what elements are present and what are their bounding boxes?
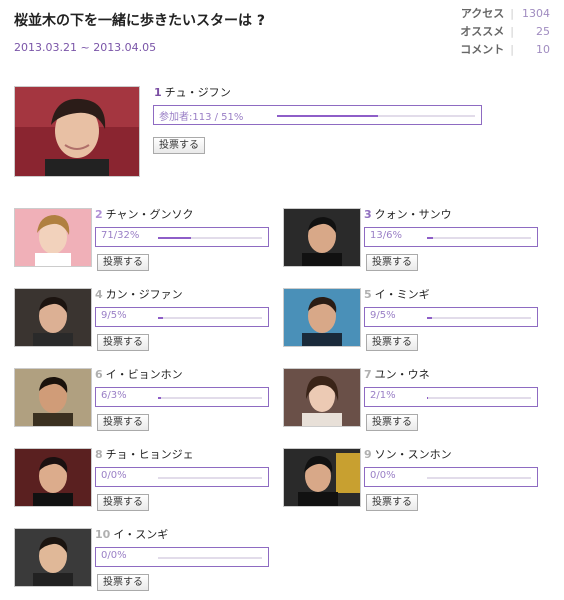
candidate-rank: 10 [95,528,111,541]
poll-date-range: 2013.03.21 ~ 2013.04.05 [14,41,157,54]
candidate-name: イ・スンギ [113,528,169,541]
stat-recommend-label: オススメ [460,25,505,38]
vote-button[interactable]: 投票する [97,574,149,591]
candidate-rank: 9 [364,448,372,461]
vote-button[interactable]: 投票する [97,334,149,351]
result-bar: 13/6% [364,227,538,247]
result-track [427,237,531,239]
result-fill [158,237,192,239]
vote-button[interactable]: 投票する [97,414,149,431]
result-label: 0/0% [370,470,396,481]
result-bar: 参加者:113 / 51% [153,105,482,125]
stat-access: アクセス | 1304 [460,4,550,22]
result-label: 2/1% [370,390,396,401]
candidate-rank: 4 [95,288,103,301]
candidate-name: ユン・ウネ [374,368,430,381]
result-label: 6/3% [101,390,127,401]
candidate-photo [14,448,92,507]
result-track [158,237,262,239]
candidate-name: ソン・スンホン [374,448,452,461]
candidate-rank: 5 [364,288,372,301]
vote-button[interactable]: 投票する [366,494,418,511]
result-fill [277,115,378,117]
result-label: 71/32% [101,230,140,241]
result-track [427,477,531,479]
result-bar: 0/0% [95,547,269,567]
result-label: 0/0% [101,470,127,481]
result-bar: 0/0% [95,467,269,487]
vote-button[interactable]: 投票する [97,494,149,511]
candidate-rank: 1 [154,86,162,99]
candidate-rank: 7 [364,368,372,381]
result-fill [158,397,162,399]
vote-button[interactable]: 投票する [97,254,149,271]
result-label: 9/5% [370,310,396,321]
result-label: 参加者:113 / 51% [159,112,244,123]
candidate-name: イ・ミンギ [374,288,430,301]
result-fill [427,397,429,399]
candidate-photo [14,528,92,587]
candidate-rank: 3 [364,208,372,221]
result-track [158,477,262,479]
vote-button[interactable]: 投票する [366,334,418,351]
candidate-name: チョ・ヒョンジェ [105,448,194,461]
result-bar: 9/5% [364,307,538,327]
result-bar: 2/1% [364,387,538,407]
result-track [427,317,531,319]
candidate-name: チャン・グンソク [105,208,194,221]
candidate-photo [14,288,92,347]
stat-comment: コメント | 10 [460,40,550,58]
result-track [427,397,531,399]
stat-comment-value: 10 [536,42,550,56]
result-bar: 6/3% [95,387,269,407]
result-label: 13/6% [370,230,402,241]
candidate-rank: 8 [95,448,103,461]
result-fill [427,317,433,319]
vote-button[interactable]: 投票する [366,254,418,271]
vote-button[interactable]: 投票する [366,414,418,431]
candidate-photo [283,448,361,507]
result-bar: 71/32% [95,227,269,247]
result-bar: 0/0% [364,467,538,487]
poll-title: 桜並木の下を一緒に歩きたいスターは ? [14,13,265,29]
vote-button[interactable]: 投票する [153,137,205,154]
candidate-name: クォン・サンウ [374,208,452,221]
stat-divider: | [510,6,514,20]
candidate-photo [14,86,140,177]
result-label: 9/5% [101,310,127,321]
stat-recommend: オススメ | 25 [460,22,550,40]
stat-divider: | [510,24,514,38]
result-bar: 9/5% [95,307,269,327]
stat-access-label: アクセス [460,7,505,20]
poll-stats: アクセス | 1304 オススメ | 25 コメント | 10 [460,4,550,58]
stat-access-value: 1304 [522,6,550,20]
result-track [158,557,262,559]
candidate-rank: 6 [95,368,103,381]
result-fill [427,237,434,239]
candidate-photo [283,288,361,347]
stat-divider: | [510,42,514,56]
candidate-photo [14,208,92,267]
candidate-name: イ・ビョンホン [105,368,183,381]
candidate-photo [283,208,361,267]
result-track [158,397,262,399]
stat-comment-label: コメント [460,43,505,56]
result-track [158,317,262,319]
candidate-name: チュ・ジフン [164,86,231,99]
candidate-photo [283,368,361,427]
candidate-name: カン・ジファン [105,288,183,301]
result-fill [158,317,164,319]
result-track [277,115,475,117]
candidate-rank: 2 [95,208,103,221]
candidate-photo [14,368,92,427]
result-label: 0/0% [101,550,127,561]
stat-recommend-value: 25 [536,24,550,38]
